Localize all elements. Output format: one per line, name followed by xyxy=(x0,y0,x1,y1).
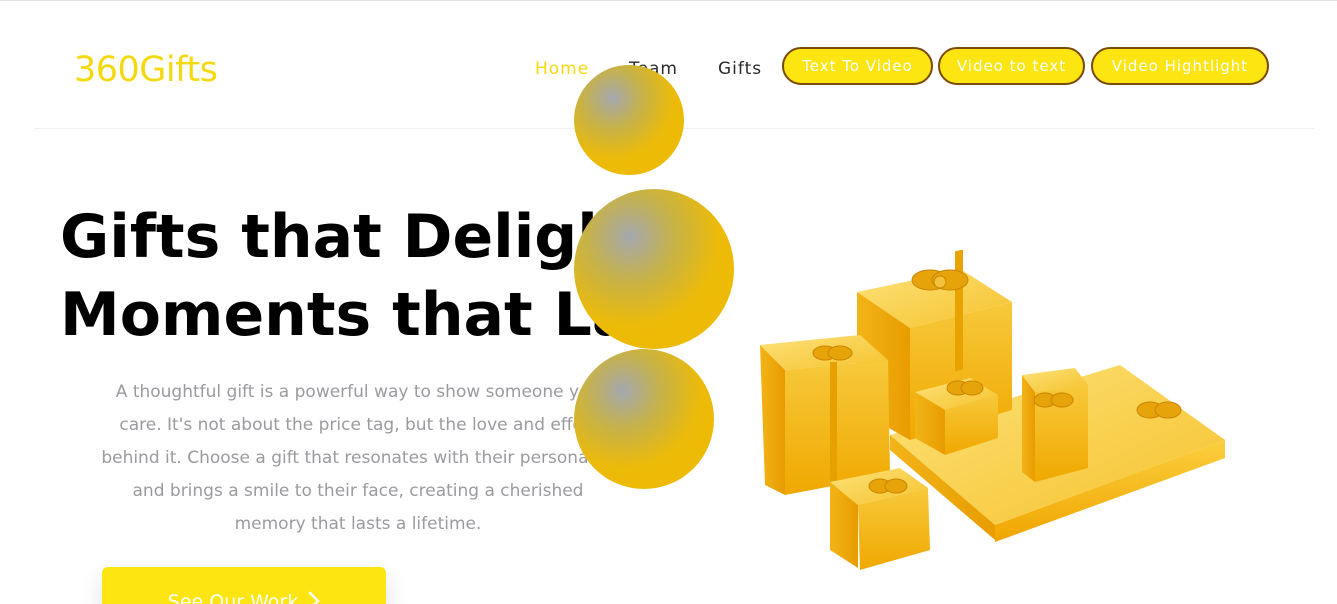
see-our-work-button[interactable]: See Our Work xyxy=(102,567,386,604)
nav-gifts[interactable]: Gifts xyxy=(718,59,762,79)
gift-boxes-illustration xyxy=(740,249,1240,580)
site-logo[interactable]: 360Gifts xyxy=(74,50,218,90)
text-to-video-button[interactable]: Text To Video xyxy=(782,47,933,85)
loading-dot-1 xyxy=(574,65,684,175)
hero-title: Gifts that Delight, Moments that Last xyxy=(60,198,697,354)
top-divider xyxy=(0,0,1337,1)
nav-home[interactable]: Home xyxy=(535,59,589,79)
see-our-work-label: See Our Work xyxy=(167,591,299,604)
video-highlight-button[interactable]: Video Hightlight xyxy=(1091,47,1269,85)
hero-title-line-2: Moments that Last xyxy=(60,280,697,350)
video-to-text-button[interactable]: Video to text xyxy=(938,47,1085,85)
loading-dot-3 xyxy=(574,349,714,489)
chevron-right-icon xyxy=(308,591,320,604)
loading-dot-2 xyxy=(574,189,734,349)
hero-description: A thoughtful gift is a powerful way to s… xyxy=(101,382,615,534)
page: 360Gifts Home Team Gifts Text To Video V… xyxy=(0,0,1337,604)
hero-title-line-1: Gifts that Delight, xyxy=(60,202,672,272)
